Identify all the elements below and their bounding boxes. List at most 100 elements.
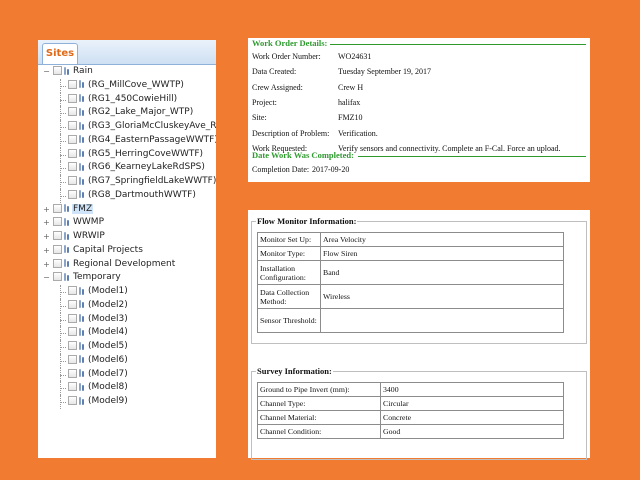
section-divider [358,156,586,157]
site-type-icon [79,368,84,378]
tree-group-node[interactable]: + Capital Projects [38,244,216,258]
tree-node-label[interactable]: (Model4) [87,327,129,337]
tree-site-node[interactable]: (Model7) [38,367,216,382]
node-checkbox[interactable] [53,217,62,227]
tree-node-label[interactable]: (Model3) [87,314,129,324]
node-checkbox[interactable] [68,354,77,364]
expand-icon[interactable]: + [42,258,51,272]
expand-icon[interactable]: + [42,244,51,258]
tree-connector [56,120,66,134]
tree-node-label[interactable]: Regional Development [72,259,176,269]
node-checkbox[interactable] [68,299,77,309]
tree-site-node[interactable]: (Model1) [38,285,216,299]
node-checkbox[interactable] [68,286,77,295]
node-checkbox[interactable] [68,148,77,158]
expand-icon[interactable]: + [42,216,51,230]
tree-node-label[interactable]: (RG1_450CowieHill) [87,94,178,104]
tree-node-label[interactable]: (RG6_KearneyLakeRdSPS) [87,162,206,172]
tree-node-label[interactable]: Temporary [72,272,122,282]
row-label: Installation Configuration: [257,260,321,285]
tree-node-label[interactable]: (Model8) [87,382,129,392]
node-checkbox[interactable] [68,382,77,392]
tree-node-label[interactable]: (Model7) [87,369,129,379]
node-checkbox[interactable] [53,203,62,213]
node-checkbox[interactable] [53,66,62,75]
tree-node-label[interactable]: WRWIP [72,231,106,241]
tree-node-label[interactable]: (Model6) [87,355,129,365]
tree-connector [56,78,66,93]
field-value: Tuesday September 19, 2017 [338,67,432,77]
row-label: Channel Condition: [257,424,381,439]
node-checkbox[interactable] [53,231,62,240]
tree-group-node[interactable]: + FMZ [38,203,216,217]
tree-node-label[interactable]: (RG4_EasternPassageWWTF) [87,135,216,145]
tree-group-node[interactable]: + Regional Development [38,258,216,272]
tree-site-node[interactable]: (Model9) [38,395,216,409]
collapse-icon[interactable]: − [42,271,51,285]
tree-node-label[interactable]: (RG8_DartmouthWWTF) [87,190,197,200]
tree-site-node[interactable]: (RG_MillCove_WWTP) [38,78,216,93]
tree-site-node[interactable]: (RG8_DartmouthWWTF) [38,188,216,203]
node-checkbox[interactable] [68,396,77,405]
node-checkbox[interactable] [53,244,62,254]
tree-node-label[interactable]: Rain [72,66,94,76]
tree-node-label[interactable]: (RG3_GloriaMcCluskeyAve_Re [87,121,216,131]
expand-icon[interactable]: + [42,203,51,217]
site-type-icon [79,107,84,117]
tree-site-node[interactable]: (Model6) [38,353,216,368]
tree-site-node[interactable]: (RG7_SpringfieldLakeWWTF) [38,175,216,189]
tree-site-node[interactable]: (Model2) [38,298,216,313]
tree-node-label[interactable]: (Model9) [87,396,129,406]
tree-site-node[interactable]: (RG3_GloriaMcCluskeyAve_Re [38,120,216,134]
tree-group-node[interactable]: − Rain [38,65,216,79]
tree-node-label[interactable]: (RG2_Lake_Major_WTP) [87,107,194,117]
node-checkbox[interactable] [53,272,62,282]
tree-site-node[interactable]: (RG1_450CowieHill) [38,92,216,107]
tree-site-node[interactable]: (RG5_HerringCoveWWTF) [38,147,216,162]
site-type-icon [79,189,84,199]
node-checkbox[interactable] [68,368,77,378]
tree-site-node[interactable]: (RG6_KearneyLakeRdSPS) [38,161,216,175]
tree-site-node[interactable]: (Model3) [38,312,216,327]
node-checkbox[interactable] [68,134,77,144]
tree-node-label[interactable]: (RG_MillCove_WWTP) [87,80,185,90]
node-checkbox[interactable] [68,107,77,117]
node-checkbox[interactable] [68,93,77,103]
tree-site-node[interactable]: (Model5) [38,340,216,354]
node-checkbox[interactable] [68,327,77,337]
node-checkbox[interactable] [68,121,77,130]
tree-connector [56,312,66,327]
expand-icon[interactable]: + [42,230,51,244]
tree-group-node[interactable]: + WWMP [38,216,216,230]
tree-node-label[interactable]: WWMP [72,217,105,227]
tree-group-node[interactable]: − Temporary [38,271,216,285]
tree-node-label[interactable]: (Model5) [87,341,129,351]
tree-site-node[interactable]: (RG4_EasternPassageWWTF) [38,133,216,148]
tree-node-label[interactable]: (RG5_HerringCoveWWTF) [87,149,204,159]
table-row: Monitor Set Up: Area Velocity [257,232,564,247]
site-type-icon [79,162,84,172]
node-checkbox[interactable] [68,79,77,89]
tab-sites[interactable]: Sites [42,43,78,64]
node-checkbox[interactable] [68,162,77,172]
tree-node-label[interactable]: FMZ [72,203,94,214]
tree-site-node[interactable]: (Model4) [38,326,216,340]
tree-site-node[interactable]: (RG2_Lake_Major_WTP) [38,106,216,120]
site-type-icon [79,299,84,309]
tree-node-label[interactable]: (RG7_SpringfieldLakeWWTF) [87,176,216,186]
node-checkbox[interactable] [53,258,62,268]
tree-node-label[interactable]: Capital Projects [72,245,144,255]
node-checkbox[interactable] [68,189,77,199]
tree-connector [56,188,66,203]
tree-group-node[interactable]: + WRWIP [38,230,216,244]
row-value: Area Velocity [320,232,564,247]
tree-node-label[interactable]: (Model1) [87,286,129,296]
tree-site-node[interactable]: (Model8) [38,381,216,395]
tree-node-label[interactable]: (Model2) [87,300,129,310]
node-checkbox[interactable] [68,313,77,323]
node-checkbox[interactable] [68,176,77,185]
collapse-icon[interactable]: − [42,65,51,79]
node-checkbox[interactable] [68,341,77,350]
sites-tree-panel: Sites − Rain (RG_MillCove_WWTP) (RG1_450Cow… [38,40,216,458]
date-completed-title: Date Work Was Completed: [252,150,354,160]
